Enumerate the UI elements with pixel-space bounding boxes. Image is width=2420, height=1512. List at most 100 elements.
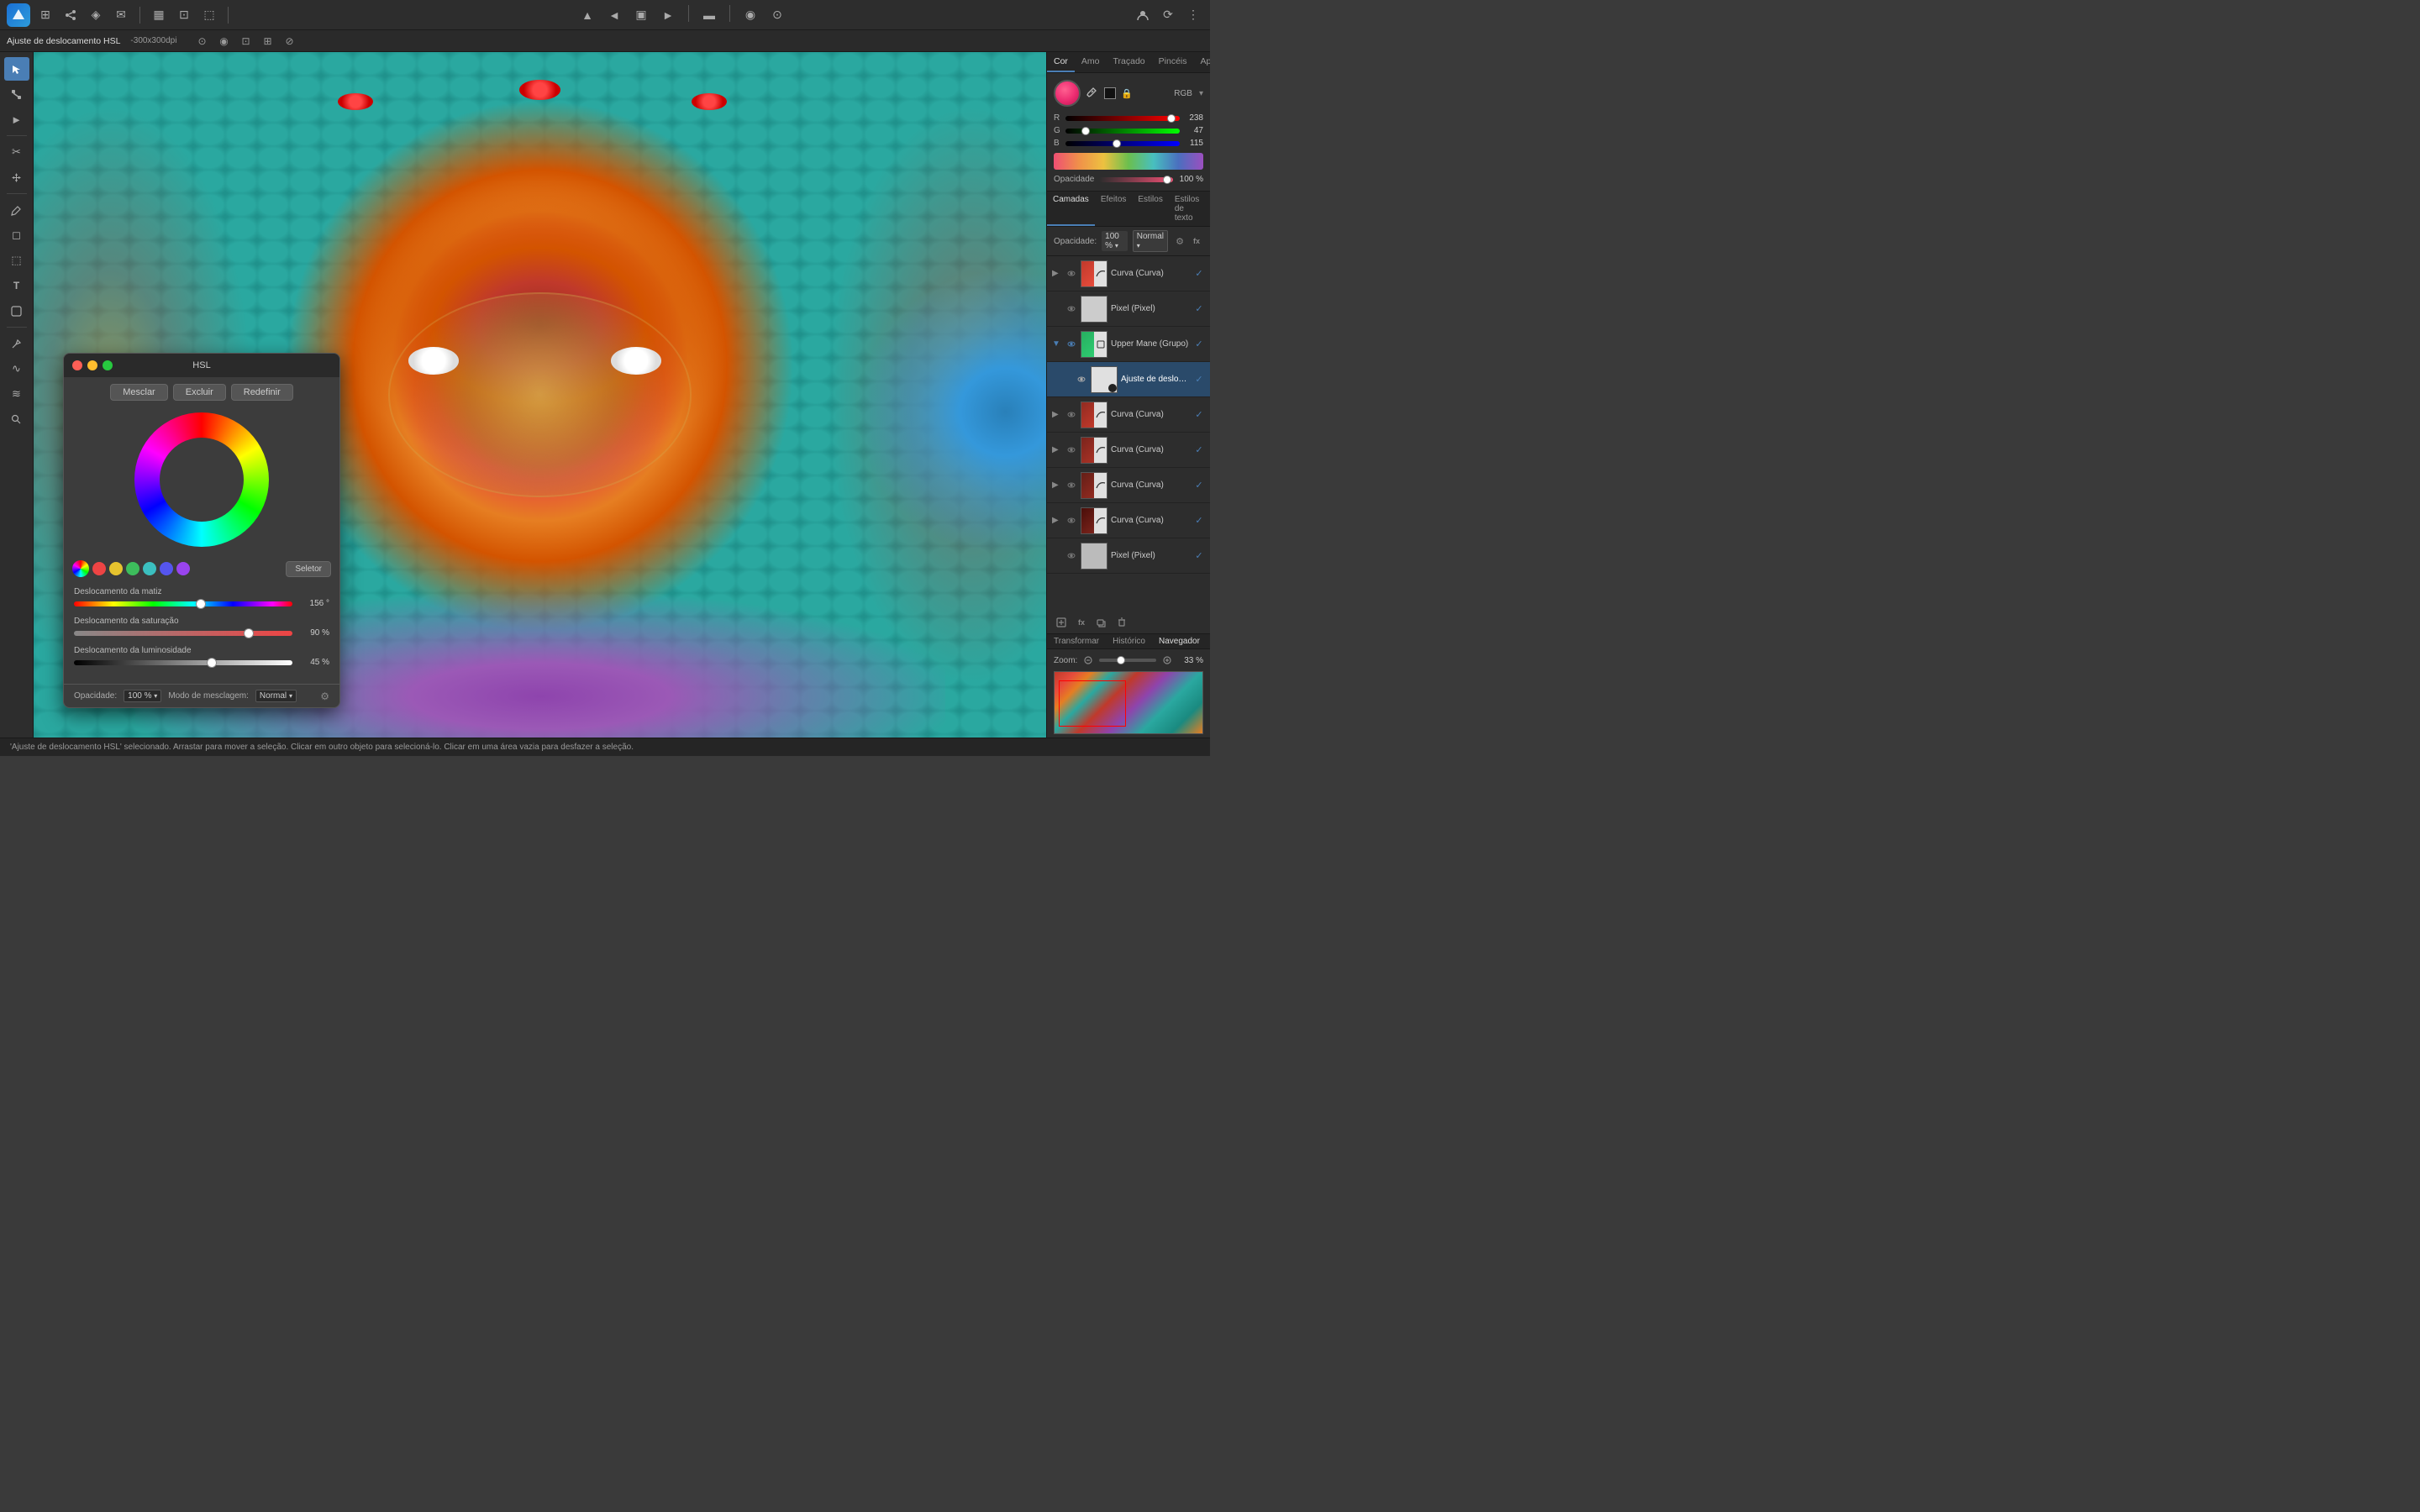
toolbar-arrange2-icon[interactable]: ◄ — [604, 5, 624, 25]
view-mode4-icon[interactable]: ⊞ — [259, 33, 276, 50]
layer-expand-icon[interactable]: ▶ — [1052, 480, 1062, 490]
navigator-viewport[interactable] — [1059, 680, 1126, 727]
toolbar-apps-icon[interactable]: ⊞ — [35, 5, 55, 25]
hsl-merge-button[interactable]: Mesclar — [110, 384, 168, 401]
toolbar-arrange4-icon[interactable]: ► — [658, 5, 678, 25]
layer-visibility-icon[interactable] — [1065, 480, 1077, 491]
layer-item[interactable]: ▶ Curva (Curva) ✓ — [1047, 256, 1210, 291]
layer-visibility-icon[interactable] — [1065, 268, 1077, 280]
tool-measure[interactable]: ≋ — [4, 382, 29, 406]
layer-check-icon[interactable]: ✓ — [1193, 268, 1205, 280]
teal-swatch[interactable] — [143, 562, 156, 575]
hsl-delete-button[interactable]: Excluir — [173, 384, 226, 401]
toolbar-mode1-icon[interactable]: ◈ — [86, 5, 106, 25]
lock-icon[interactable]: 🔒 — [1121, 88, 1133, 99]
layer-visibility-icon[interactable] — [1065, 444, 1077, 456]
tab-appearance[interactable]: Apa — [1194, 52, 1210, 72]
tool-transform[interactable]: ► — [4, 108, 29, 131]
toolbar-grid-icon[interactable]: ▦ — [149, 5, 169, 25]
layer-expand-all-icon[interactable] — [1054, 615, 1069, 630]
tool-vector[interactable]: ∿ — [4, 357, 29, 381]
layers-tab-estilos[interactable]: Estilos — [1132, 192, 1168, 226]
b-slider[interactable] — [1065, 141, 1180, 146]
layer-item-selected[interactable]: ▶ Ajuste de deslocame ✓ — [1047, 362, 1210, 397]
hsl-select-button[interactable]: Seletor — [286, 561, 331, 577]
r-thumb[interactable] — [1167, 114, 1176, 123]
layer-add-icon[interactable] — [1094, 615, 1109, 630]
foreground-swatch[interactable] — [1104, 87, 1116, 99]
blue-swatch[interactable] — [160, 562, 173, 575]
tool-crop[interactable]: ✂ — [4, 140, 29, 164]
g-thumb[interactable] — [1081, 127, 1090, 135]
green-swatch[interactable] — [126, 562, 139, 575]
layer-item[interactable]: ▶ Pixel (Pixel) ✓ — [1047, 538, 1210, 574]
layer-item[interactable]: ▶ Curva (Curva) ✓ — [1047, 397, 1210, 433]
hsl-opacity-dropdown[interactable]: 100 % ▾ — [124, 690, 161, 702]
hue-thumb[interactable] — [196, 599, 206, 609]
layer-visibility-icon[interactable] — [1065, 515, 1077, 527]
layer-expand-icon[interactable]: ▶ — [1052, 445, 1062, 454]
yellow-swatch[interactable] — [109, 562, 123, 575]
tab-color[interactable]: Cor — [1047, 52, 1075, 72]
layer-item[interactable]: ▶ Curva (Curva) ✓ — [1047, 503, 1210, 538]
layer-check-icon[interactable]: ✓ — [1193, 409, 1205, 421]
tab-brushes[interactable]: Pincéis — [1152, 52, 1194, 72]
rgb-dropdown-icon[interactable]: ▾ — [1199, 89, 1203, 98]
toolbar-paint-icon[interactable]: ⊙ — [767, 5, 787, 25]
color-gradient-bar[interactable] — [1054, 153, 1203, 170]
tool-move[interactable] — [4, 165, 29, 189]
toolbar-more-icon[interactable]: ⋮ — [1183, 5, 1203, 25]
layer-check-icon[interactable]: ✓ — [1193, 339, 1205, 350]
tool-fill[interactable]: ⬚ — [4, 249, 29, 272]
layer-expand-icon[interactable]: ▶ — [1052, 410, 1062, 419]
b-thumb[interactable] — [1113, 139, 1121, 148]
sat-slider[interactable] — [74, 631, 292, 636]
color-preview-swatch[interactable] — [1054, 80, 1081, 107]
tab-historico[interactable]: Histórico — [1106, 634, 1152, 648]
lum-thumb[interactable] — [207, 658, 217, 668]
toolbar-arrange3-icon[interactable]: ▣ — [631, 5, 651, 25]
layer-item[interactable]: ▶ Curva (Curva) ✓ — [1047, 468, 1210, 503]
tool-paint[interactable] — [4, 198, 29, 222]
tool-text[interactable]: T — [4, 274, 29, 297]
opacity-thumb[interactable] — [1163, 176, 1171, 184]
toolbar-mode2-icon[interactable]: ✉ — [111, 5, 131, 25]
layer-visibility-icon[interactable] — [1065, 550, 1077, 562]
sat-thumb[interactable] — [244, 628, 254, 638]
layers-blend-dropdown[interactable]: Normal ▾ — [1133, 230, 1168, 252]
tool-zoom[interactable] — [4, 407, 29, 431]
toolbar-sync-icon[interactable]: ⟳ — [1158, 5, 1178, 25]
toolbar-brush-icon[interactable]: ◉ — [740, 5, 760, 25]
tab-transform[interactable]: Transformar — [1047, 634, 1106, 648]
close-button[interactable] — [72, 360, 82, 370]
layer-expand-icon[interactable]: ▶ — [1052, 269, 1062, 278]
layer-expand-icon[interactable]: ▼ — [1052, 339, 1062, 349]
purple-swatch[interactable] — [176, 562, 190, 575]
layer-item[interactable]: ▶ Curva (Curva) ✓ — [1047, 433, 1210, 468]
tool-shape[interactable] — [4, 299, 29, 323]
toolbar-frame-icon[interactable]: ⊡ — [174, 5, 194, 25]
layers-settings-icon[interactable]: ⚙ — [1173, 234, 1186, 248]
view-mode2-icon[interactable]: ◉ — [215, 33, 232, 50]
minimize-button[interactable] — [87, 360, 97, 370]
toolbar-user-icon[interactable] — [1133, 5, 1153, 25]
layers-tab-efeitos[interactable]: Efeitos — [1095, 192, 1133, 226]
layer-visibility-icon[interactable] — [1065, 303, 1077, 315]
red-swatch[interactable] — [92, 562, 106, 575]
r-slider[interactable] — [1065, 116, 1180, 121]
tab-navigator[interactable]: Navegador — [1152, 634, 1207, 648]
g-slider[interactable] — [1065, 129, 1180, 134]
navigator-preview[interactable] — [1054, 671, 1203, 734]
hsl-settings-icon[interactable]: ⚙ — [320, 690, 329, 702]
hue-slider[interactable] — [74, 601, 292, 606]
layer-check-icon[interactable]: ✓ — [1193, 444, 1205, 456]
tool-erase[interactable]: ◻ — [4, 223, 29, 247]
opacity-slider[interactable] — [1099, 177, 1173, 182]
toolbar-arrange1-icon[interactable]: ▲ — [577, 5, 597, 25]
zoom-minus-icon[interactable] — [1081, 653, 1096, 668]
layer-fx-icon[interactable]: fx — [1074, 615, 1089, 630]
layer-visibility-icon[interactable] — [1065, 409, 1077, 421]
tool-select[interactable] — [4, 57, 29, 81]
layer-check-icon[interactable]: ✓ — [1193, 303, 1205, 315]
toolbar-text-icon[interactable]: ▬ — [699, 5, 719, 25]
